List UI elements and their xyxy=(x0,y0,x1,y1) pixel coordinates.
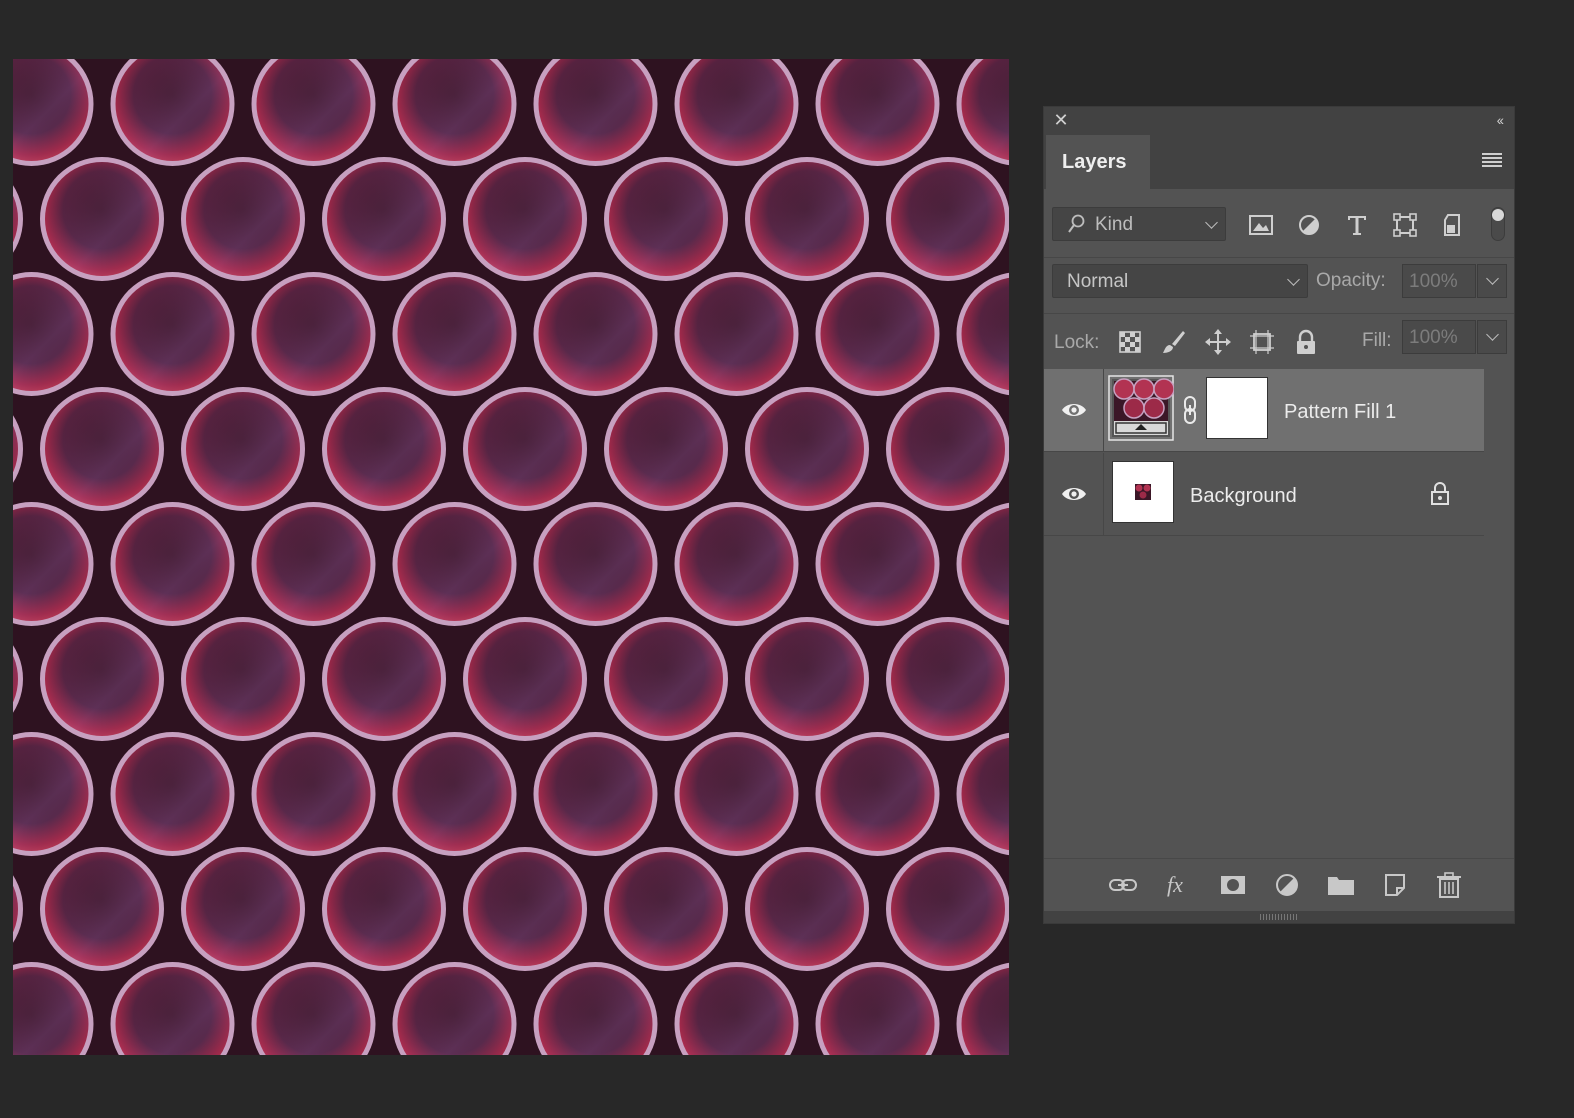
layer-locked-icon[interactable] xyxy=(1428,481,1452,507)
lock-label: Lock: xyxy=(1054,332,1100,353)
background-thumbnail-image xyxy=(1135,484,1151,500)
lock-transparent-pixels-icon[interactable] xyxy=(1116,328,1144,356)
chevron-down-icon xyxy=(1205,216,1218,229)
eye-icon xyxy=(1062,404,1086,416)
opacity-value: 100% xyxy=(1409,271,1458,292)
layer-mask-thumbnail[interactable] xyxy=(1206,377,1268,439)
type-filter-icon[interactable] xyxy=(1344,213,1370,237)
new-adjustment-icon[interactable] xyxy=(1272,871,1302,899)
filter-kind-label: Kind xyxy=(1095,214,1134,235)
blend-mode-dropdown[interactable]: Normal xyxy=(1052,264,1308,298)
adjustment-filter-icon[interactable] xyxy=(1296,213,1322,237)
chevron-down-icon xyxy=(1486,328,1499,341)
collapse-panel-icon[interactable]: ‹‹ xyxy=(1497,112,1504,128)
lock-artboard-icon[interactable] xyxy=(1248,328,1276,356)
fill-dropdown-button[interactable] xyxy=(1477,320,1507,354)
close-icon[interactable]: ✕ xyxy=(1052,111,1070,129)
fx-icon[interactable]: fx xyxy=(1162,871,1192,899)
opacity-field[interactable]: 100% xyxy=(1402,264,1476,298)
lock-row: Lock: Fill: 100% xyxy=(1044,313,1514,370)
link-layers-icon[interactable] xyxy=(1108,871,1138,899)
layers-list: Pattern Fill 1 Background xyxy=(1044,369,1484,859)
chevron-down-icon xyxy=(1486,272,1499,285)
shape-filter-icon[interactable] xyxy=(1392,213,1418,237)
add-mask-icon[interactable] xyxy=(1218,871,1248,899)
layers-footer-toolbar: fx xyxy=(1044,858,1514,911)
new-group-icon[interactable] xyxy=(1326,871,1356,899)
lock-position-icon[interactable] xyxy=(1204,328,1232,356)
chevron-down-icon xyxy=(1287,273,1300,286)
layer-name[interactable]: Pattern Fill 1 xyxy=(1284,401,1396,424)
delete-layer-icon[interactable] xyxy=(1434,871,1464,899)
fill-field[interactable]: 100% xyxy=(1402,320,1476,354)
opacity-label: Opacity: xyxy=(1316,270,1386,291)
layer-row-pattern-fill[interactable]: Pattern Fill 1 xyxy=(1044,369,1484,452)
tab-layers-label: Layers xyxy=(1062,151,1127,173)
background-thumbnail[interactable] xyxy=(1112,461,1174,523)
visibility-toggle[interactable] xyxy=(1044,369,1104,451)
filter-kind-dropdown[interactable]: Kind xyxy=(1052,207,1226,241)
opacity-dropdown-button[interactable] xyxy=(1477,264,1507,298)
pattern-image xyxy=(13,59,1009,1055)
new-layer-icon[interactable] xyxy=(1380,871,1410,899)
panel-resize-grip[interactable] xyxy=(1044,911,1514,923)
fill-label: Fill: xyxy=(1362,330,1392,351)
pattern-fill-thumbnail[interactable] xyxy=(1108,375,1174,441)
layers-panel: ✕ ‹‹ Layers Kind Normal Opacity: 100% Lo… xyxy=(1043,106,1515,924)
tab-layers[interactable]: Layers xyxy=(1046,135,1150,189)
eye-icon xyxy=(1062,488,1086,500)
lock-all-icon[interactable] xyxy=(1292,328,1320,356)
visibility-toggle[interactable] xyxy=(1044,453,1104,535)
panel-menu-icon[interactable] xyxy=(1482,153,1502,167)
panel-title-bar[interactable]: ✕ ‹‹ xyxy=(1044,107,1514,136)
fill-value: 100% xyxy=(1409,327,1458,348)
link-mask-icon[interactable] xyxy=(1180,395,1200,425)
panel-tab-bar: Layers xyxy=(1044,135,1514,189)
document-canvas[interactable] xyxy=(13,59,1009,1055)
smart-object-filter-icon[interactable] xyxy=(1440,213,1466,237)
filter-toggle-switch[interactable] xyxy=(1491,207,1505,241)
layer-filter-row: Kind xyxy=(1044,189,1514,251)
lock-image-pixels-icon[interactable] xyxy=(1160,328,1188,356)
image-filter-icon[interactable] xyxy=(1248,213,1274,237)
blend-row: Normal Opacity: 100% xyxy=(1044,257,1514,314)
svg-text:fx: fx xyxy=(1167,872,1183,897)
layer-row-background[interactable]: Background xyxy=(1044,453,1484,536)
search-icon xyxy=(1068,214,1085,233)
blend-mode-value: Normal xyxy=(1067,271,1129,292)
layer-name[interactable]: Background xyxy=(1190,485,1297,508)
